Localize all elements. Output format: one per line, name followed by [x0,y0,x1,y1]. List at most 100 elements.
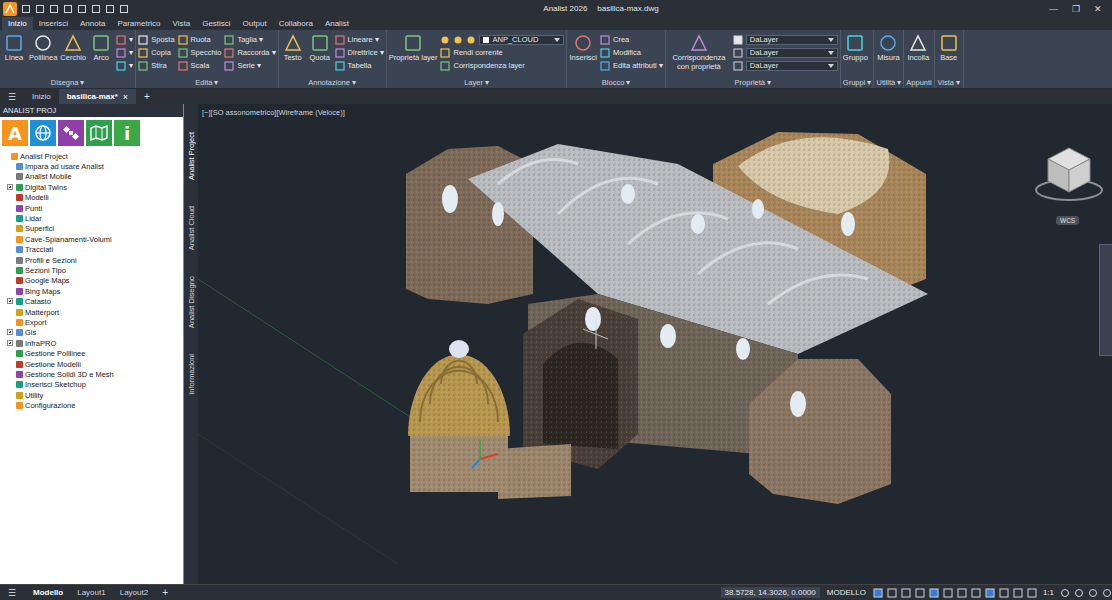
side-tab[interactable]: Analist Disegno [187,274,196,330]
window-control-button[interactable]: — [1049,4,1058,14]
panel-tool-button[interactable] [58,120,84,146]
navigation-bar[interactable] [1099,244,1112,356]
panel-tool-button[interactable] [30,120,56,146]
ribbon-small-button[interactable]: ▾ [116,59,133,72]
side-tab[interactable]: Analist Project [187,130,196,182]
tree-item[interactable]: Matterport [0,307,183,317]
ribbon-group-label[interactable]: Edita ▾ [138,77,275,88]
side-tab[interactable]: Informazioni [187,352,196,397]
ribbon-large-button[interactable]: Gruppo [843,33,868,62]
tree-item[interactable]: Modelli [0,193,183,203]
ribbon-tab[interactable]: Gestisci [196,17,236,30]
close-tab-button[interactable]: × [123,92,128,102]
layout-tab[interactable]: Layout2 [115,588,153,597]
tree-item[interactable]: Lidar [0,213,183,223]
ribbon-small-button[interactable]: ▾ [116,46,133,59]
ribbon-large-button[interactable]: Inserisci [569,33,597,62]
menu-button[interactable]: ☰ [0,588,24,598]
tree-item[interactable]: Cave-Spianamenti-Volumi [0,234,183,244]
layer-state-icon[interactable] [440,35,450,45]
side-tab[interactable]: Analist Cloud [187,204,196,252]
tree-item[interactable]: Analist Mobile [0,172,183,182]
property-dropdown[interactable]: DaLayer [746,48,838,58]
layer-state-icon[interactable] [453,35,463,45]
ribbon-small-button[interactable]: Corrispondenza layer [440,59,564,72]
ribbon-tab[interactable]: Output [237,17,273,30]
tree-item[interactable]: Punti [0,203,183,213]
ribbon-small-button[interactable]: Crea [600,33,663,46]
status-toggle-icon[interactable] [999,588,1009,598]
ribbon-tab[interactable]: Inserisci [33,17,74,30]
status-toggle-icon[interactable] [957,588,967,598]
ribbon-large-button[interactable]: Quota [308,33,332,62]
ribbon-large-button[interactable]: Cerchio [60,33,86,62]
quick-access-icon[interactable] [21,4,31,14]
layer-state-icon[interactable] [466,35,476,45]
layout-tab[interactable]: Modello [28,588,68,597]
ribbon-small-button[interactable]: Serie ▾ [224,59,275,72]
quick-access-icon[interactable] [49,4,59,14]
quick-access-icon[interactable] [105,4,115,14]
tree-item[interactable]: Google Maps [0,276,183,286]
tree-item[interactable]: Sezioni Tipo [0,265,183,275]
new-layout-button[interactable]: + [157,587,173,598]
ribbon-group-label[interactable]: Utilità ▾ [876,77,901,88]
ribbon-large-button[interactable]: Arco [89,33,113,62]
ribbon-large-button[interactable]: Incolla [906,33,930,62]
tree-item[interactable]: Inserisci Sketchup [0,380,183,390]
layer-dropdown[interactable]: ANP_CLOUD [479,35,564,45]
space-toggle[interactable]: MODELLO [824,588,869,597]
ribbon-group-label[interactable]: Vista ▾ [937,77,961,88]
window-control-button[interactable]: ❐ [1072,4,1080,14]
ribbon-tab[interactable]: Annota [74,17,111,30]
ribbon-small-button[interactable]: Copia [138,46,174,59]
tree-item[interactable]: Gestione Polilinee [0,348,183,358]
tree-item[interactable]: Impara ad usare Analist [0,161,183,171]
ribbon-large-button[interactable]: Testo [281,33,305,62]
property-dropdown[interactable]: DaLayer [746,35,838,45]
panel-tool-button[interactable] [86,120,112,146]
quick-access-icon[interactable] [77,4,87,14]
expand-toggle[interactable] [7,298,13,304]
tree-item[interactable]: InfraPRO [0,338,183,348]
ribbon-large-button[interactable]: Corrispondenza con proprietà [668,33,730,71]
tree-item[interactable]: Utility [0,390,183,400]
window-control-button[interactable]: ✕ [1094,4,1102,14]
ribbon-small-button[interactable]: Specchio [178,46,222,59]
ribbon-large-button[interactable]: Polilinea [29,33,57,62]
ribbon-small-button[interactable]: Modifica [600,46,663,59]
model-viewport[interactable]: [−][SO assonometrico][Wireframe (Veloce)… [198,104,1112,584]
ribbon-group-label[interactable]: Proprietà ▾ [668,77,838,88]
ribbon-group-label[interactable]: Layer ▾ [389,77,565,88]
status-tool-icon[interactable] [1088,588,1098,598]
status-tool-icon[interactable] [1060,588,1070,598]
viewcube-icon[interactable] [1034,140,1104,210]
ribbon-small-button[interactable]: ▾ [116,33,133,46]
ribbon-large-button[interactable]: Proprietà layer [389,33,438,62]
layout-tab[interactable]: Layout1 [72,588,110,597]
menu-button[interactable]: ☰ [0,89,24,104]
ribbon-small-button[interactable]: Rendi corrente [440,46,564,59]
ribbon-group-label[interactable]: Gruppi ▾ [843,77,872,88]
tree-item[interactable]: Gestione Solidi 3D e Mesh [0,369,183,379]
tree-item[interactable]: Superfici [0,224,183,234]
status-tool-icon[interactable] [1102,588,1112,598]
ribbon-small-button[interactable]: Raccorda ▾ [224,46,275,59]
ribbon-large-button[interactable]: Linea [2,33,26,62]
annotation-scale[interactable]: 1:1 [1041,588,1056,597]
ribbon-tab[interactable]: Parametrico [111,17,166,30]
ribbon-small-button[interactable]: Ruota [178,33,222,46]
ribbon-group-label[interactable]: Blocco ▾ [569,77,662,88]
tree-item[interactable]: Catasto [0,296,183,306]
tree-item[interactable]: Analist Project [0,151,183,161]
panel-tool-button[interactable]: i [114,120,140,146]
ribbon-large-button[interactable]: Base [937,33,961,62]
expand-toggle[interactable] [7,329,13,335]
status-toggle-icon[interactable] [1027,588,1037,598]
tree-item[interactable]: Configurazione [0,400,183,410]
tree-item[interactable]: Gis [0,328,183,338]
ribbon-group-label[interactable]: Appunti [906,77,931,88]
app-logo-icon[interactable] [3,2,17,16]
quick-access-icon[interactable] [35,4,45,14]
expand-toggle[interactable] [7,340,13,346]
